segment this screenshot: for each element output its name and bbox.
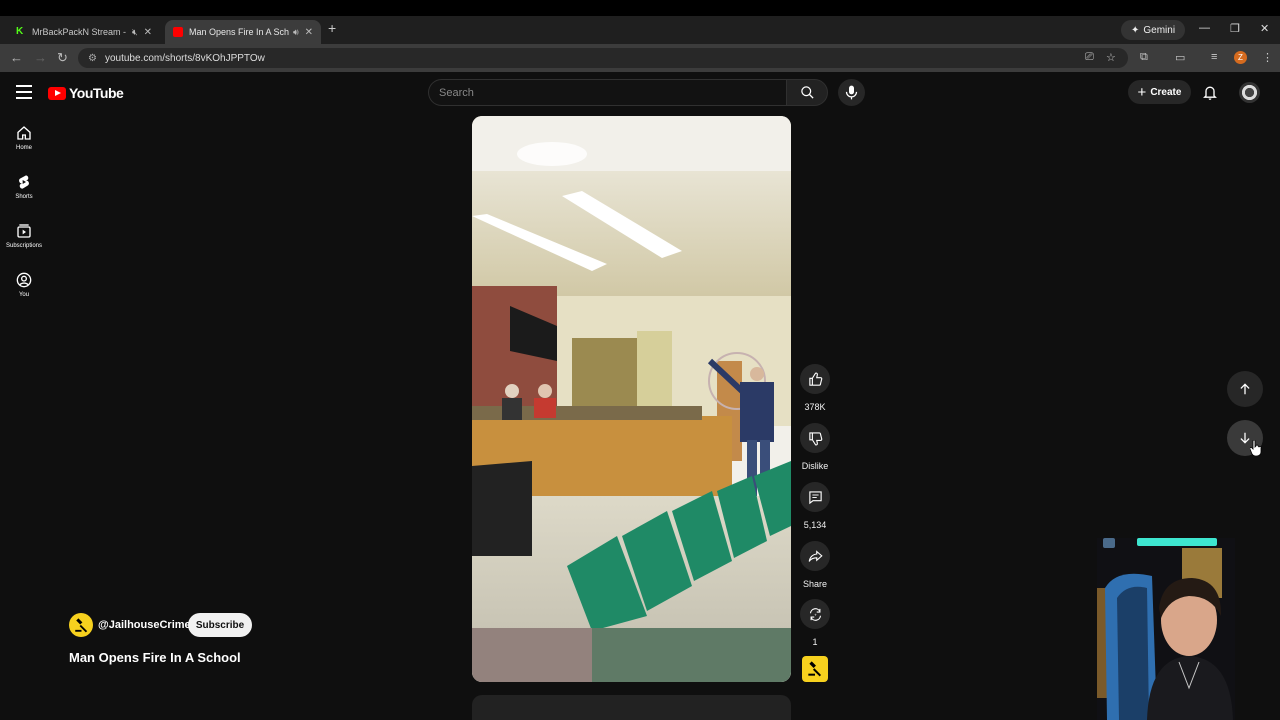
notifications-button[interactable]: [1202, 84, 1218, 106]
side-panel-icon[interactable]: ▭: [1175, 51, 1185, 64]
microphone-icon: [845, 85, 858, 100]
svg-text:+: +: [814, 612, 817, 617]
close-window-button[interactable]: ✕: [1260, 22, 1269, 35]
bookmark-star-icon[interactable]: ☆: [1106, 51, 1116, 64]
muted-speaker-icon[interactable]: 🔇︎: [132, 27, 138, 38]
comments-button[interactable]: 5,134: [799, 482, 831, 530]
next-short-preview[interactable]: [472, 695, 791, 720]
sidebar-item-label: Subscriptions: [5, 243, 43, 249]
streamer-webcam: [1097, 538, 1235, 720]
account-avatar[interactable]: [1239, 82, 1260, 103]
sparkle-icon: ✦: [1131, 24, 1140, 36]
channel-name-link[interactable]: @JailhouseCrime: [98, 619, 191, 631]
create-button[interactable]: + Create: [1128, 80, 1191, 104]
sidebar-item-subscriptions[interactable]: Subscriptions: [0, 223, 48, 249]
sidebar-item-shorts[interactable]: Shorts: [0, 174, 48, 200]
site-settings-icon[interactable]: ⚙: [88, 53, 97, 64]
profile-avatar[interactable]: Z: [1234, 51, 1247, 64]
video-frame-image: [472, 116, 791, 682]
close-tab-icon[interactable]: ✕: [305, 27, 313, 38]
channel-thumbnail-button[interactable]: [802, 656, 828, 682]
previous-short-button[interactable]: [1227, 371, 1263, 407]
hand-cursor-icon: [1249, 439, 1262, 461]
url-bar[interactable]: ⚙ youtube.com/shorts/8vKOhJPPTOw: [78, 48, 1128, 68]
remix-count: 1: [812, 637, 818, 647]
youtube-favicon-icon: [173, 27, 183, 37]
share-icon: [808, 549, 823, 562]
search-box[interactable]: [428, 79, 786, 106]
thumbs-down-icon: [808, 431, 822, 445]
channel-avatar[interactable]: [69, 613, 93, 637]
youtube-logo[interactable]: YouTube: [48, 85, 124, 101]
sidebar-item-home[interactable]: Home: [0, 125, 48, 151]
dislike-button[interactable]: Dislike: [799, 423, 831, 471]
gemini-label: Gemini: [1143, 24, 1176, 36]
subscriptions-icon: [17, 224, 31, 238]
menu-dots-icon[interactable]: ⋮: [1262, 51, 1273, 64]
gavel-icon: [808, 661, 822, 677]
plus-icon: +: [1137, 83, 1147, 101]
remix-icon: +: [809, 607, 821, 621]
subscribe-button[interactable]: Subscribe: [188, 613, 252, 637]
home-icon: [17, 126, 31, 140]
search-icon: [800, 86, 814, 99]
webcam-banner: [1137, 538, 1217, 546]
create-label: Create: [1150, 86, 1182, 98]
webcam-tag-icon: [1103, 538, 1115, 548]
sidebar-item-label: You: [18, 292, 30, 298]
install-app-icon[interactable]: ⎚: [1085, 51, 1094, 64]
you-icon: [16, 272, 32, 288]
back-button[interactable]: ←: [10, 50, 23, 65]
gavel-icon: [74, 617, 87, 632]
arrow-up-icon: [1240, 383, 1250, 395]
comment-count: 5,134: [803, 520, 827, 530]
like-button[interactable]: 378K: [799, 364, 831, 412]
shorts-icon: [19, 175, 29, 189]
share-label: Share: [802, 579, 828, 589]
kick-favicon-icon: K: [16, 27, 26, 37]
sidebar-item-label: Shorts: [15, 194, 33, 200]
minimize-button[interactable]: —: [1199, 22, 1210, 34]
like-count: 378K: [804, 402, 826, 412]
tab-youtube[interactable]: Man Opens Fire In A Schoo 🔊︎ ✕: [165, 20, 321, 44]
youtube-play-icon: [48, 86, 66, 100]
tab-title: Man Opens Fire In A Schoo: [189, 27, 289, 37]
tab-title: MrBackPackN Stream - Wa: [32, 27, 128, 37]
short-title: Man Opens Fire In A School: [69, 650, 241, 665]
extensions-icon[interactable]: ⧉: [1140, 51, 1148, 64]
bell-icon: [1203, 86, 1217, 100]
sidebar-item-label: Home: [15, 145, 32, 151]
remix-button[interactable]: + 1: [799, 599, 831, 647]
webcam-image: [1097, 538, 1235, 720]
comment-icon: [808, 490, 822, 504]
media-controls-icon[interactable]: ≡: [1211, 51, 1217, 63]
sidebar-item-you[interactable]: You: [0, 272, 48, 298]
new-tab-button[interactable]: +: [328, 20, 336, 36]
gemini-button[interactable]: ✦ Gemini: [1121, 20, 1186, 40]
forward-button[interactable]: →: [34, 50, 47, 65]
thumbs-up-icon: [808, 372, 822, 386]
logo-text: YouTube: [69, 85, 124, 101]
share-button[interactable]: Share: [799, 541, 831, 589]
short-video-player[interactable]: [472, 116, 791, 682]
tab-stream[interactable]: K MrBackPackN Stream - Wa 🔇︎ ✕: [8, 20, 160, 44]
restore-button[interactable]: ❐: [1230, 22, 1240, 35]
search-input[interactable]: [429, 80, 786, 105]
menu-icon[interactable]: [16, 85, 32, 99]
reload-button[interactable]: ↻: [57, 50, 68, 66]
url-text: youtube.com/shorts/8vKOhJPPTOw: [104, 52, 265, 64]
window-top-edge: [0, 0, 1280, 16]
voice-search-button[interactable]: [838, 79, 865, 106]
dislike-label: Dislike: [801, 461, 829, 471]
close-tab-icon[interactable]: ✕: [144, 27, 152, 38]
speaker-icon[interactable]: 🔊︎: [293, 27, 299, 38]
search-button[interactable]: [786, 79, 828, 106]
